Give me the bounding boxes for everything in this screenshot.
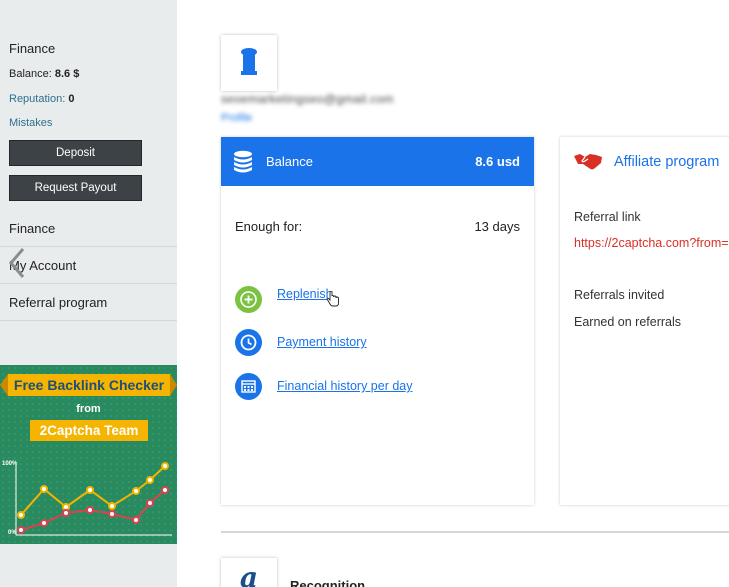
referral-link-url[interactable]: https://2captcha.com?from= [574,236,729,250]
replenish-action[interactable]: Replenish [235,286,525,314]
payment-history-action[interactable]: Payment history [235,329,525,357]
avatar [221,35,277,91]
banner-label-bottom: 0% [8,530,17,536]
reputation-label[interactable]: Reputation: [9,93,65,105]
calendar-icon[interactable] [235,373,262,400]
earned-on-referrals-label: Earned on referrals [574,315,682,329]
recognition-icon: a [221,558,277,587]
balance-amount: 8.6 usd [475,154,520,169]
mistakes-link[interactable]: Mistakes [9,117,52,129]
balance-card: Balance 8.6 usd Enough for: 13 days Repl… [221,137,534,505]
deposit-button[interactable]: Deposit [9,140,142,166]
balance-value: 8.6 $ [54,68,80,80]
handshake-icon [574,154,602,170]
history-icon[interactable] [235,329,262,356]
balance-label: Balance: [9,68,52,80]
reputation-line[interactable]: Reputation: 0 [9,93,74,105]
banner-label-top: 100% [2,461,18,467]
affiliate-title: Affiliate program [614,154,720,170]
financial-history-link[interactable]: Financial history per day [277,379,412,393]
referrals-invited-label: Referrals invited [574,288,665,302]
user-email: seoemarketingseo@gmail.com [221,92,394,106]
enough-for-value: 13 days [474,219,520,234]
enough-for-label: Enough for: [235,219,303,234]
balance-header: Balance 8.6 usd [221,137,534,186]
coins-icon [234,150,252,173]
recognition-title: Recognition [290,578,366,587]
backlink-checker-banner[interactable]: Free Backlink Checker from 2Captcha Team… [0,365,177,544]
banner-brand: 2Captcha Team [30,420,148,441]
reputation-value: 0 [68,93,75,105]
balance-line: Balance: 8.6 $ [9,68,79,80]
sidebar-item-finance[interactable]: Finance [0,210,177,247]
replenish-link[interactable]: Replenish [277,287,333,301]
sidebar-title: Finance [9,41,56,56]
affiliate-card: Affiliate program Referral link https://… [560,137,729,505]
profile-link[interactable]: Profile [221,112,252,124]
user-avatar-icon [241,48,257,75]
plus-circle-icon[interactable] [235,286,262,313]
chevron-left-icon[interactable] [6,246,30,280]
request-payout-button[interactable]: Request Payout [9,175,142,201]
referral-link-label: Referral link [574,210,641,224]
financial-history-action[interactable]: Financial history per day [235,373,525,401]
balance-title: Balance [266,154,313,169]
sidebar: Finance Balance: 8.6 $ Reputation: 0 Mis… [0,0,177,587]
sidebar-item-referral-program[interactable]: Referral program [0,284,177,321]
banner-title: Free Backlink Checker [8,374,170,396]
hand-cursor-icon [326,291,339,307]
banner-from: from [76,403,101,415]
section-divider [221,531,729,533]
payment-history-link[interactable]: Payment history [277,335,367,349]
